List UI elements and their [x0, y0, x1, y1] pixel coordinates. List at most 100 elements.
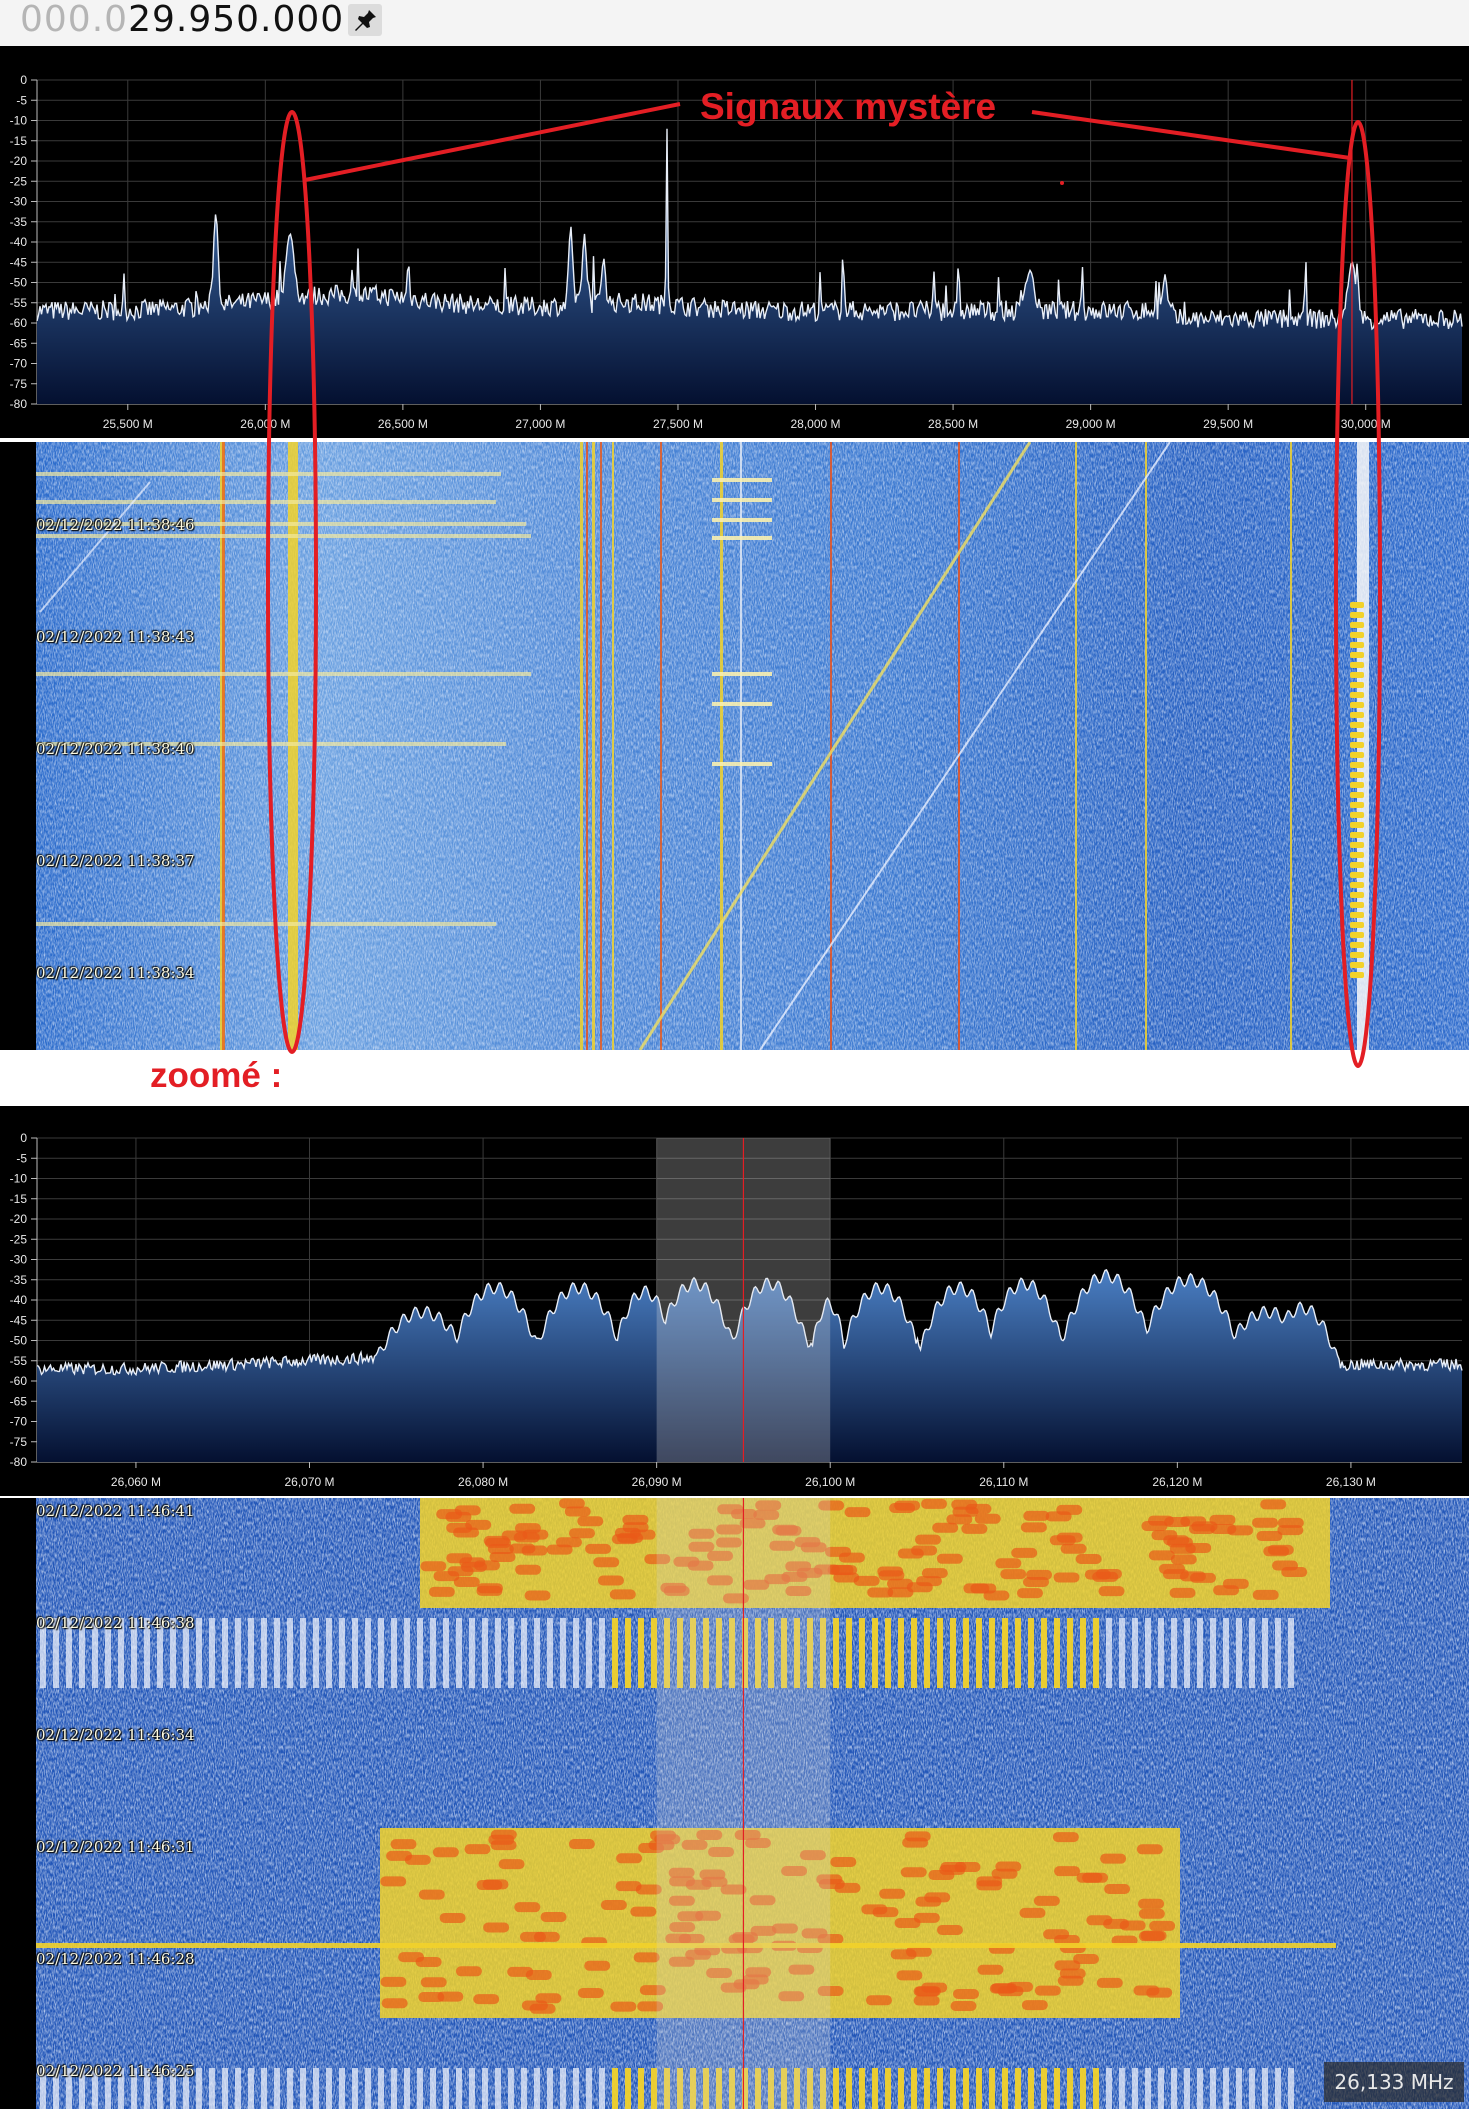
- frequency-readout[interactable]: 000.029.950.000: [20, 0, 344, 40]
- waterfall-signal-segment: [1350, 722, 1364, 728]
- y-tick-label: -80: [10, 1455, 28, 1469]
- y-tick-label: -50: [10, 1334, 28, 1348]
- waterfall-bar: [1067, 2068, 1073, 2109]
- y-tick-label: -20: [10, 1212, 28, 1226]
- waterfall-signal-segment: [1350, 692, 1364, 698]
- waterfall-symbol: [1104, 1883, 1131, 1894]
- frequency-leading-zeros: 000.0: [20, 0, 129, 40]
- waterfall-bar: [989, 2068, 995, 2109]
- waterfall-bar: [1015, 2068, 1021, 2109]
- waterfall-bar: [924, 2068, 930, 2109]
- waterfall-symbol: [633, 1952, 660, 1963]
- waterfall-symbol: [577, 1516, 604, 1527]
- waterfall-symbol: [1267, 1544, 1294, 1555]
- waterfall-symbol: [509, 1503, 536, 1514]
- waterfall-symbol: [501, 1530, 528, 1541]
- waterfall-symbol: [1164, 1517, 1191, 1528]
- frequency-value: 29.950.000: [128, 0, 345, 40]
- x-tick-label: 25,500 M: [103, 417, 153, 431]
- waterfall-zoom-image[interactable]: [0, 1498, 1469, 2109]
- waterfall-bar: [1158, 1618, 1164, 1688]
- waterfall-symbol: [1016, 1588, 1043, 1599]
- y-tick-label: -25: [10, 174, 28, 188]
- waterfall-signal-segment: [1350, 792, 1364, 798]
- waterfall-bar: [1184, 2068, 1190, 2109]
- waterfall-symbol: [453, 1527, 480, 1538]
- waterfall-signal-segment: [1350, 682, 1364, 688]
- waterfall-bar: [339, 1618, 345, 1688]
- waterfall-bar: [534, 2068, 540, 2109]
- waterfall-symbol: [515, 1564, 542, 1575]
- waterfall-symbol: [1000, 1569, 1027, 1580]
- waterfall-wide-panel[interactable]: 02/12/2022 11:38:46 02/12/2022 11:38:43 …: [0, 442, 1469, 1050]
- waterfall-symbol: [915, 1534, 942, 1545]
- waterfall-symbol: [1033, 1895, 1060, 1906]
- spectrum-zoom-plot[interactable]: 0 -5 -10 -15 -20 -25 -30 -35 -40 -45 -50 -55 -60 -65 -…: [0, 1106, 1469, 1496]
- waterfall-symbol: [577, 1987, 604, 1998]
- waterfall-symbol: [616, 1853, 643, 1864]
- waterfall-bar: [976, 2068, 982, 2109]
- waterfall-symbol: [1141, 1521, 1168, 1532]
- waterfall-bar: [1288, 2068, 1294, 2109]
- waterfall-symbol: [1138, 1908, 1165, 1919]
- waterfall-bar: [313, 1618, 319, 1688]
- pin-button[interactable]: [348, 4, 382, 36]
- waterfall-bar: [1288, 1618, 1294, 1688]
- waterfall-bar: [196, 2068, 202, 2109]
- y-tick-label: -5: [16, 93, 27, 107]
- waterfall-signal-segment: [1350, 732, 1364, 738]
- waterfall-bar: [1028, 1618, 1034, 1688]
- waterfall-symbol: [952, 1506, 979, 1517]
- waterfall-bar: [1210, 2068, 1216, 2109]
- waterfall-bar: [859, 2068, 865, 2109]
- waterfall-symbol: [1169, 1587, 1196, 1598]
- waterfall-wide-image[interactable]: [0, 442, 1469, 1050]
- waterfall-zoom-panel[interactable]: 02/12/2022 11:46:41 02/12/2022 11:46:38 …: [0, 1498, 1469, 2109]
- waterfall-symbol: [924, 1892, 951, 1903]
- waterfall-symbol: [420, 1977, 447, 1988]
- waterfall-symbol: [519, 1931, 546, 1942]
- waterfall-carrier: [580, 442, 583, 1050]
- waterfall-bar: [1145, 1618, 1151, 1688]
- waterfall-bar: [209, 2068, 215, 2109]
- waterfall-bar: [508, 2068, 514, 2109]
- waterfall-bar: [599, 2068, 605, 2109]
- waterfall-signal-segment: [1350, 912, 1364, 918]
- waterfall-bar: [1145, 2068, 1151, 2109]
- waterfall-bar: [222, 2068, 228, 2109]
- waterfall-signal-segment: [1350, 642, 1364, 648]
- waterfall-bar: [872, 1618, 878, 1688]
- waterfall-symbol: [1053, 1572, 1080, 1583]
- waterfall-bar: [482, 2068, 488, 2109]
- waterfall-bar: [1002, 1618, 1008, 1688]
- waterfall-signal-segment: [1350, 862, 1364, 868]
- waterfall-bar: [1262, 1618, 1268, 1688]
- waterfall-symbol: [420, 1561, 447, 1572]
- waterfall-bar: [248, 2068, 254, 2109]
- spectrum-zoom-panel[interactable]: 0 -5 -10 -15 -20 -25 -30 -35 -40 -45 -50 -55 -60 -65 -…: [0, 1106, 1469, 1496]
- waterfall-symbol: [432, 1847, 459, 1858]
- waterfall-bar: [1275, 1618, 1281, 1688]
- waterfall-signal-segment: [1350, 882, 1364, 888]
- waterfall-bar: [963, 1618, 969, 1688]
- waterfall-symbol: [498, 1859, 525, 1870]
- waterfall-bar: [1106, 2068, 1112, 2109]
- y-tick-label: -30: [10, 195, 28, 209]
- waterfall-bar: [612, 1618, 618, 1688]
- x-tick-label: 26,500 M: [378, 417, 428, 431]
- waterfall-symbol: [1209, 1514, 1236, 1525]
- waterfall-signal-segment: [1350, 702, 1364, 708]
- waterfall-bar: [378, 2068, 384, 2109]
- waterfall-bar: [560, 1618, 566, 1688]
- waterfall-symbol: [865, 1995, 892, 2006]
- waterfall-symbol: [952, 1988, 979, 1999]
- waterfall-bar: [937, 2068, 943, 2109]
- waterfall-signal-segment: [1350, 962, 1364, 968]
- y-tick-label: -55: [10, 1354, 28, 1368]
- waterfall-symbol: [1162, 1569, 1189, 1580]
- y-tick-label: -40: [10, 1293, 28, 1307]
- waterfall-bar: [1171, 2068, 1177, 2109]
- waterfall-bar: [365, 1618, 371, 1688]
- waterfall-bar: [885, 1618, 891, 1688]
- waterfall-bar: [599, 1618, 605, 1688]
